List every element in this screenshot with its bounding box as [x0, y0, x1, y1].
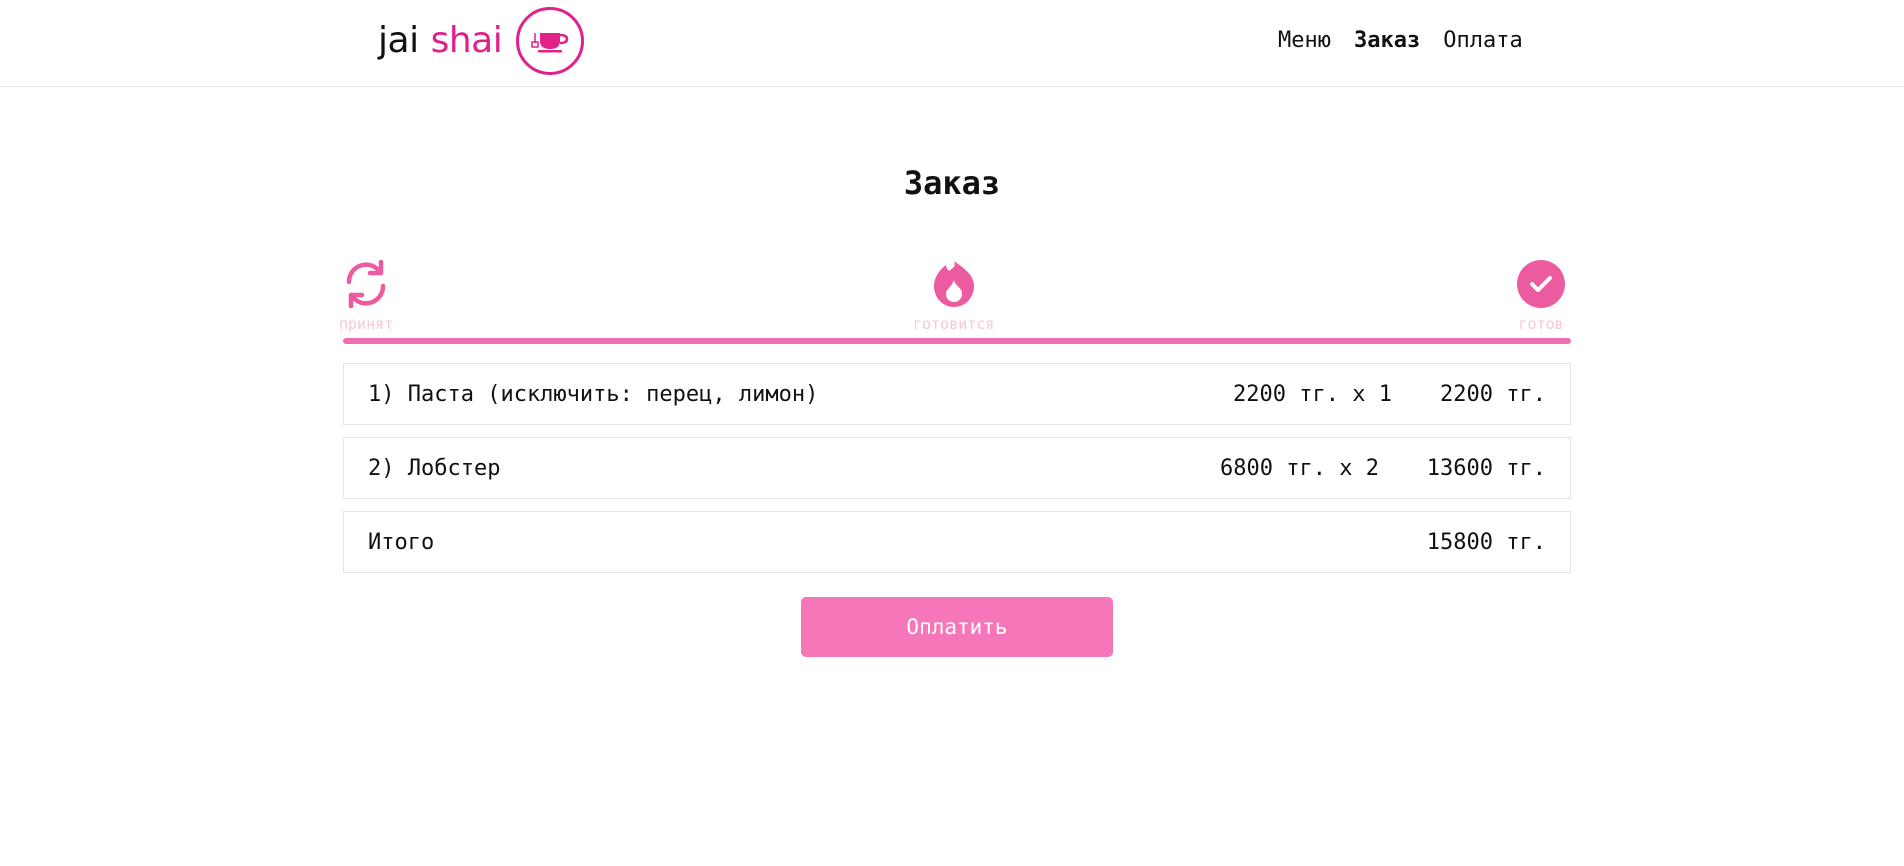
nav-item-order[interactable]: Заказ	[1354, 27, 1420, 55]
brand-name: jai shai	[378, 20, 503, 61]
teacup-icon	[516, 7, 585, 75]
pay-button[interactable]: Оплатить	[801, 597, 1113, 657]
order-item-name: 2) Лобстер	[368, 455, 501, 481]
nav-item-menu[interactable]: Меню	[1278, 27, 1331, 55]
brand-word-shai: shai	[430, 20, 503, 61]
order-item-row: 1) Паста (исключить: перец, лимон) 2200 …	[343, 363, 1571, 425]
nav-item-payment[interactable]: Оплата	[1443, 27, 1522, 55]
main-nav: Меню Заказ Оплата	[1278, 27, 1546, 55]
order-item-row: 2) Лобстер 6800 тг. x 2 13600 тг.	[343, 437, 1571, 499]
brand-word-jai: jai	[378, 20, 419, 61]
order-status-tracker: принят готовится готов	[339, 258, 1571, 348]
refresh-icon	[340, 258, 392, 310]
status-step-label: готов	[1518, 315, 1564, 333]
brand-logo[interactable]: jai shai	[378, 6, 585, 76]
status-progress-bar	[343, 338, 1571, 344]
check-circle-icon	[1515, 258, 1567, 310]
page-title: Заказ	[903, 164, 1001, 202]
status-step-cooking: готовится	[913, 258, 994, 332]
status-step-ready: готов	[1515, 258, 1567, 332]
fire-icon	[928, 258, 980, 310]
site-header: jai shai Меню Заказ Оплата	[0, 0, 1904, 87]
order-total-row: Итого 15800 тг.	[343, 511, 1571, 573]
status-step-label: принят	[339, 315, 394, 333]
order-total-label: Итого	[368, 529, 435, 555]
order-item-price: 6800 тг. x 2	[1220, 455, 1379, 481]
order-item-price: 2200 тг. x 1	[1233, 381, 1392, 407]
order-item-name: 1) Паста (исключить: перец, лимон)	[368, 381, 819, 407]
order-item-sum: 13600 тг.	[1426, 455, 1546, 481]
order-total-value: 15800 тг.	[1426, 529, 1546, 555]
order-item-sum: 2200 тг.	[1440, 381, 1546, 407]
status-step-accepted: принят	[339, 258, 393, 332]
status-step-label: готовится	[913, 315, 995, 333]
